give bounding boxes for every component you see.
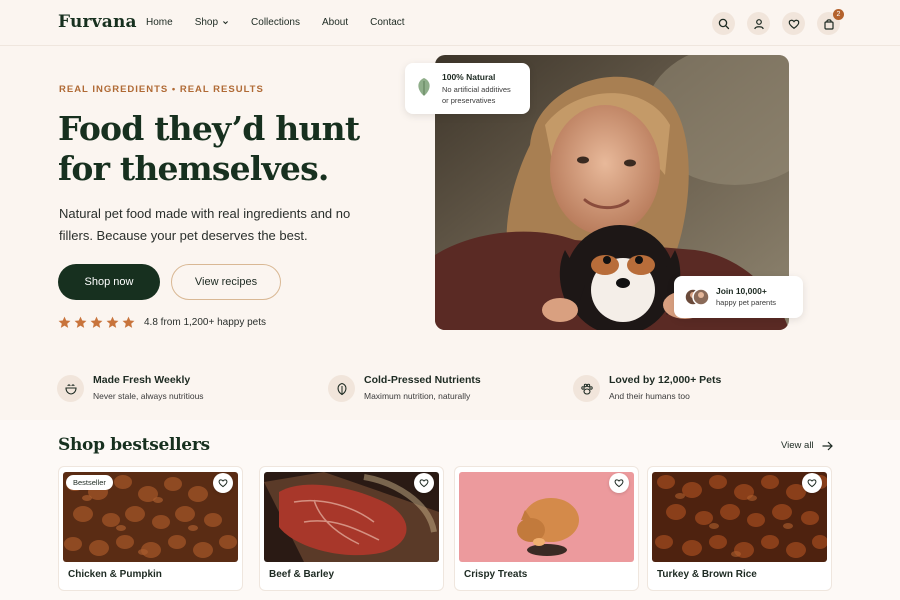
view-recipes-button[interactable]: View recipes — [171, 264, 281, 300]
product-image — [459, 472, 634, 562]
nav-item-contact[interactable]: Contact — [370, 17, 404, 28]
hero-title: Food they’d hunt for themselves. — [58, 109, 398, 189]
product-name: Chicken & Pumpkin — [68, 569, 162, 580]
bestsellers-title: Shop bestsellers — [58, 435, 210, 455]
join-badge-subtitle: happy pet parents — [716, 298, 777, 307]
bestseller-badge: Bestseller — [66, 475, 113, 490]
feature-icon — [328, 375, 355, 402]
avatar — [684, 288, 710, 306]
leaf-icon — [418, 78, 430, 96]
user-icon — [753, 18, 764, 29]
feature-nutrients: Cold-Pressed Nutrients Maximum nutrition… — [328, 374, 481, 402]
natural-badge-line: No artificial additives — [442, 85, 511, 94]
nav-label: Home — [146, 17, 173, 28]
kibble-photo — [652, 472, 827, 562]
rating-summary: 4.8 from 1,200+ happy pets — [58, 316, 266, 329]
join-badge-title: Join 10,000+ — [716, 286, 767, 296]
main-nav: Home Shop Collections About Contact — [146, 17, 427, 28]
product-name: Turkey & Brown Rice — [657, 569, 757, 580]
star-icon — [106, 316, 119, 328]
hero-title-line: for themselves. — [58, 149, 329, 188]
hero-subtitle: Natural pet food made with real ingredie… — [59, 206, 351, 243]
natural-badge: 100% Natural No artificial additives or … — [405, 63, 530, 114]
search-button[interactable] — [712, 12, 735, 35]
natural-badge-title: 100% Natural — [442, 72, 496, 82]
feature-icon — [573, 375, 600, 402]
nav-item-about[interactable]: About — [322, 17, 348, 28]
product-name: Beef & Barley — [269, 569, 335, 580]
site-header: Furvana Home Shop Collections About Cont… — [0, 0, 900, 46]
heart-icon — [614, 479, 624, 488]
account-button[interactable] — [747, 12, 770, 35]
hero-title-line: Food they’d hunt — [58, 109, 360, 148]
arrow-right-icon — [822, 441, 833, 450]
hero-eyebrow: REAL INGREDIENTS • REAL RESULTS — [59, 84, 264, 95]
product-image — [652, 472, 827, 562]
nav-label: About — [321, 17, 349, 28]
shop-now-button[interactable]: Shop now — [58, 264, 160, 300]
product-card[interactable]: Beef & Barley — [259, 466, 444, 591]
natural-badge-line: or preservatives — [442, 96, 496, 105]
feature-subtitle: And their humans too — [609, 391, 690, 401]
chevron-down-icon — [223, 21, 229, 25]
feature-title: Loved by 12,000+ Pets — [609, 374, 722, 386]
kitten-eating-photo — [459, 472, 634, 562]
product-image — [264, 472, 439, 562]
product-card[interactable]: Bestseller Chicken & Pumpkin — [58, 466, 243, 591]
feature-fresh: Made Fresh Weekly Never stale, always nu… — [57, 374, 204, 402]
star-icon — [74, 316, 87, 328]
nav-label: Shop — [194, 17, 219, 28]
product-card[interactable]: Turkey & Brown Rice — [647, 466, 832, 591]
search-icon — [718, 18, 729, 29]
nav-item-home[interactable]: Home — [146, 17, 173, 28]
heart-icon — [807, 479, 817, 488]
view-all-label: View all — [781, 440, 814, 451]
heart-icon — [419, 479, 429, 488]
heart-icon — [218, 479, 228, 488]
favorite-button[interactable] — [414, 473, 434, 493]
nav-label: Collections — [251, 17, 300, 28]
leaf-icon — [337, 382, 346, 395]
bag-icon — [823, 18, 834, 30]
feature-subtitle: Maximum nutrition, naturally — [364, 391, 471, 401]
product-card[interactable]: Crispy Treats — [454, 466, 639, 591]
feature-title: Cold-Pressed Nutrients — [364, 374, 481, 386]
nav-item-collections[interactable]: Collections — [251, 17, 300, 28]
wishlist-button[interactable] — [782, 12, 805, 35]
product-name: Crispy Treats — [464, 569, 528, 580]
favorite-button[interactable] — [802, 473, 822, 493]
star-icon — [90, 316, 103, 328]
natural-badge-text: No artificial additives or preservatives — [442, 84, 528, 106]
feature-loved: Loved by 12,000+ Pets And their humans t… — [573, 374, 721, 402]
favorite-button[interactable] — [609, 473, 629, 493]
view-all-link[interactable]: View all — [781, 440, 833, 451]
feature-title: Made Fresh Weekly — [93, 374, 191, 386]
nav-item-shop[interactable]: Shop — [195, 17, 229, 28]
feature-subtitle: Never stale, always nutritious — [93, 391, 204, 401]
join-badge: Join 10,000+ happy pet parents — [674, 276, 803, 318]
nav-label: Contact — [370, 17, 405, 28]
paw-icon — [580, 383, 593, 395]
bowl-icon — [64, 383, 77, 395]
favorite-button[interactable] — [213, 473, 233, 493]
rating-text: 4.8 from 1,200+ happy pets — [144, 317, 267, 328]
brand-logo[interactable]: Furvana — [58, 12, 137, 32]
cart-count-badge: 2 — [833, 9, 844, 20]
cart-button[interactable]: 2 — [817, 9, 844, 35]
star-icon — [122, 316, 135, 328]
raw-beef-photo — [264, 472, 439, 562]
feature-icon — [57, 375, 84, 402]
star-icon — [58, 316, 71, 328]
heart-icon — [788, 19, 799, 29]
